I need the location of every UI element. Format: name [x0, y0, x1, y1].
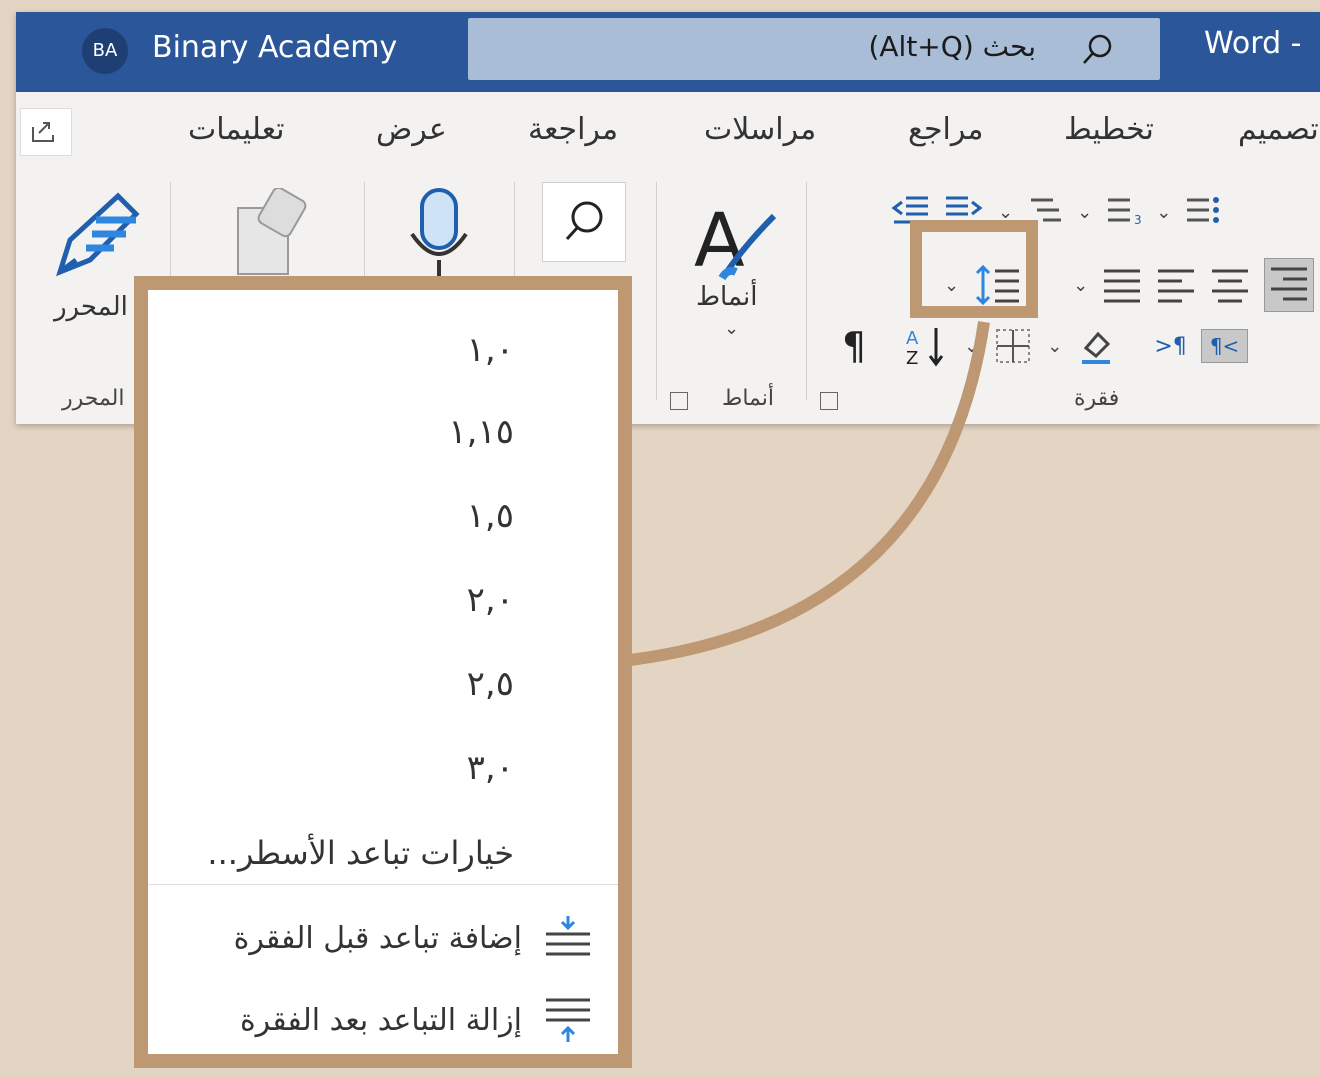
line-spacing-menu: ١,٠ ١,١٥ ١,٥ ٢,٠ ٢,٥ ٣,٠ خيارات تباعد ال…: [134, 276, 632, 1068]
spacing-option-1-0[interactable]: ١,٠: [467, 330, 514, 370]
remove-space-after-icon: [546, 998, 590, 1042]
spacing-option-1-5[interactable]: ١,٥: [467, 496, 514, 536]
add-space-before-label: إضافة تباعد قبل الفقرة: [233, 920, 522, 956]
spacing-option-3-0[interactable]: ٣,٠: [467, 748, 514, 788]
add-space-before-icon: [546, 916, 590, 956]
add-space-before-item[interactable]: إضافة تباعد قبل الفقرة: [234, 914, 594, 962]
spacing-option-2-0[interactable]: ٢,٠: [467, 580, 514, 620]
menu-divider: [148, 884, 618, 885]
spacing-option-2-5[interactable]: ٢,٥: [467, 664, 514, 704]
line-spacing-options-item[interactable]: خيارات تباعد الأسطر...: [207, 834, 514, 872]
remove-space-after-label: إزالة التباعد بعد الفقرة: [239, 1002, 522, 1038]
spacing-option-1-15[interactable]: ١,١٥: [448, 412, 514, 452]
line-spacing-highlight: [910, 220, 1038, 318]
remove-space-after-item[interactable]: إزالة التباعد بعد الفقرة: [240, 996, 594, 1044]
